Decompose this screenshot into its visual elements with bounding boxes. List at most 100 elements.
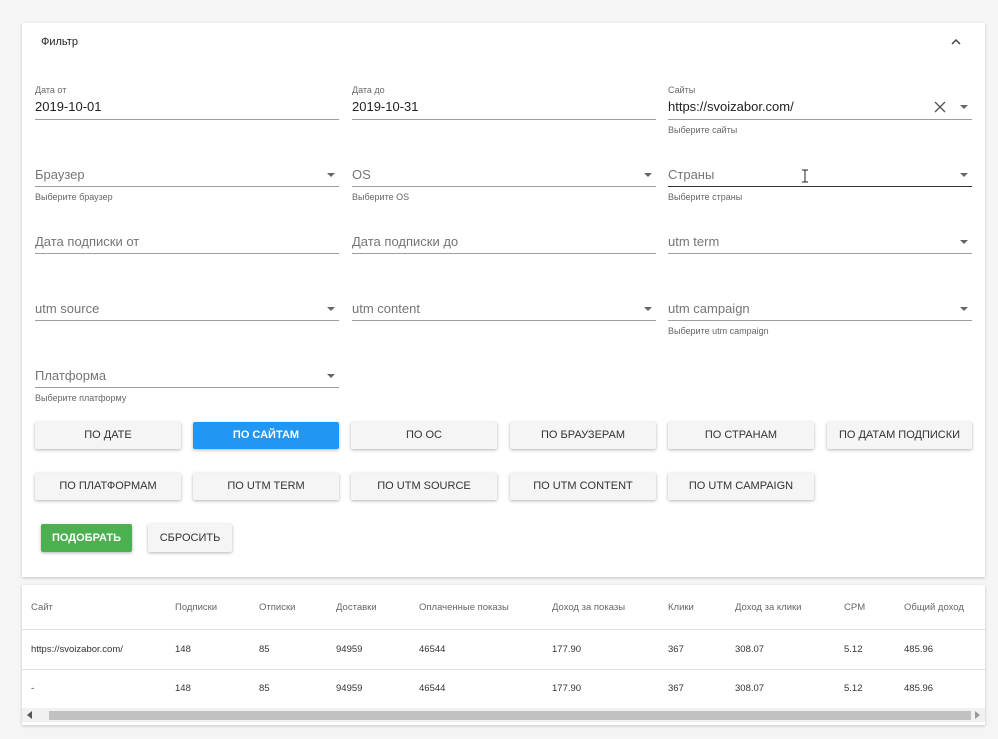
column-header-click-revenue[interactable]: Доход за клики [735, 602, 801, 613]
platform-underline [35, 387, 339, 388]
platform-placeholder: Платформа [35, 368, 107, 383]
horizontal-scrollbar[interactable] [22, 708, 985, 722]
cell-unsubscriptions: 85 [259, 644, 270, 655]
filter-panel: Фильтр Дата от 2019-10-01 Дата до 2019-1… [22, 23, 985, 577]
column-header-impression-revenue[interactable]: Доход за показы [552, 602, 625, 613]
subscription-date-from-placeholder: Дата подписки от [35, 234, 140, 249]
dropdown-arrow-icon[interactable] [327, 374, 335, 378]
group-by-sites-button[interactable]: ПО САЙТАМ [193, 422, 339, 449]
utm-content-select[interactable]: utm content [352, 299, 656, 325]
column-header-subscriptions[interactable]: Подписки [175, 602, 217, 613]
reset-button[interactable]: СБРОСИТЬ [148, 524, 232, 552]
column-header-total-revenue[interactable]: Общий доход [904, 602, 964, 613]
os-hint: Выберите OS [352, 192, 410, 202]
os-placeholder: OS [352, 167, 371, 182]
cell-cpm: 5.12 [844, 644, 863, 655]
text-cursor-icon [802, 169, 808, 183]
cell-subscriptions: 148 [175, 644, 191, 655]
group-by-subscription-dates-button[interactable]: ПО ДАТАМ ПОДПИСКИ [827, 422, 972, 449]
header-divider [22, 629, 985, 630]
group-by-utm-campaign-button[interactable]: ПО UTM CAMPAIGN [668, 473, 814, 500]
platform-hint: Выберите платформу [35, 393, 127, 403]
column-header-cpm[interactable]: CPM [844, 602, 865, 613]
column-header-clicks[interactable]: Клики [668, 602, 694, 613]
group-by-utm-content-button[interactable]: ПО UTM CONTENT [510, 473, 656, 500]
cell-site: - [31, 683, 35, 694]
date-to-field[interactable]: Дата до 2019-10-31 [352, 83, 656, 133]
sites-value: https://svoizabor.com/ [668, 99, 794, 114]
cell-paid-impressions: 46544 [419, 644, 446, 655]
dropdown-arrow-icon[interactable] [960, 307, 968, 311]
group-by-os-button[interactable]: ПО ОС [351, 422, 497, 449]
date-from-value: 2019-10-01 [35, 99, 102, 114]
group-by-countries-button[interactable]: ПО СТРАНАМ [668, 422, 814, 449]
cell-deliveries: 94959 [336, 683, 363, 694]
scroll-right-icon[interactable] [975, 711, 980, 719]
cell-cpm: 5.12 [844, 683, 863, 694]
utm-content-underline [352, 320, 656, 321]
subscription-date-from-underline [35, 253, 339, 254]
utm-campaign-hint: Выберите utm campaign [668, 326, 769, 336]
countries-select[interactable]: Страны Выберите страны [668, 165, 972, 207]
utm-source-select[interactable]: utm source [35, 299, 339, 325]
cell-total-revenue: 485.96 [904, 683, 934, 694]
cell-clicks: 367 [668, 683, 684, 694]
cell-deliveries: 94959 [336, 644, 363, 655]
column-header-unsubscriptions[interactable]: Отписки [259, 602, 295, 613]
cell-impression-revenue: 177.90 [552, 644, 582, 655]
utm-campaign-placeholder: utm campaign [668, 301, 750, 316]
date-to-underline [352, 119, 656, 120]
cell-impression-revenue: 177.90 [552, 683, 582, 694]
utm-source-underline [35, 320, 339, 321]
dropdown-arrow-icon[interactable] [327, 173, 335, 177]
date-from-label: Дата от [35, 85, 67, 95]
column-header-site[interactable]: Сайт [31, 602, 53, 613]
subscription-date-to-field[interactable]: Дата подписки до [352, 232, 656, 258]
sites-select[interactable]: Сайты https://svoizabor.com/ Выберите са… [668, 83, 972, 139]
browser-hint: Выберите браузер [35, 192, 113, 202]
os-select[interactable]: OS Выберите OS [352, 165, 656, 207]
browser-select[interactable]: Браузер Выберите браузер [35, 165, 339, 207]
column-header-deliveries[interactable]: Доставки [336, 602, 377, 613]
scrollbar-thumb[interactable] [49, 711, 971, 720]
countries-hint: Выберите страны [668, 192, 743, 202]
date-to-label: Дата до [352, 85, 385, 95]
chevron-up-icon[interactable] [949, 35, 963, 49]
cell-unsubscriptions: 85 [259, 683, 270, 694]
cell-total-revenue: 485.96 [904, 644, 934, 655]
dropdown-arrow-icon[interactable] [960, 105, 968, 109]
cell-paid-impressions: 46544 [419, 683, 446, 694]
row-divider [22, 669, 985, 670]
utm-campaign-select[interactable]: utm campaign Выберите utm campaign [668, 299, 972, 341]
group-by-utm-term-button[interactable]: ПО UTM TERM [193, 473, 339, 500]
group-by-date-button[interactable]: ПО ДАТЕ [35, 422, 181, 449]
utm-campaign-underline [668, 320, 972, 321]
filter-title: Фильтр [41, 36, 78, 48]
cell-clicks: 367 [668, 644, 684, 655]
dropdown-arrow-icon[interactable] [644, 307, 652, 311]
platform-select[interactable]: Платформа Выберите платформу [35, 366, 339, 408]
os-underline [352, 186, 656, 187]
column-header-paid-impressions[interactable]: Оплаченные показы [419, 602, 509, 613]
scroll-left-icon[interactable] [27, 711, 32, 719]
dropdown-arrow-icon[interactable] [644, 173, 652, 177]
apply-button[interactable]: ПОДОБРАТЬ [41, 524, 132, 552]
group-by-browsers-button[interactable]: ПО БРАУЗЕРАМ [510, 422, 656, 449]
group-by-utm-source-button[interactable]: ПО UTM SOURCE [351, 473, 497, 500]
utm-term-select[interactable]: utm term [668, 232, 972, 258]
utm-term-underline [668, 253, 972, 254]
utm-source-placeholder: utm source [35, 301, 100, 316]
cell-click-revenue: 308.07 [735, 683, 765, 694]
date-from-field[interactable]: Дата от 2019-10-01 [35, 83, 339, 133]
browser-underline [35, 186, 339, 187]
utm-content-placeholder: utm content [352, 301, 420, 316]
stats-table: Сайт Подписки Отписки Доставки Оплаченны… [22, 585, 985, 725]
sites-underline [668, 119, 972, 120]
filter-header[interactable]: Фильтр [22, 23, 985, 63]
clear-icon[interactable] [934, 101, 946, 113]
subscription-date-from-field[interactable]: Дата подписки от [35, 232, 339, 258]
dropdown-arrow-icon[interactable] [327, 307, 335, 311]
dropdown-arrow-icon[interactable] [960, 240, 968, 244]
dropdown-arrow-icon[interactable] [960, 173, 968, 177]
group-by-platforms-button[interactable]: ПО ПЛАТФОРМАМ [35, 473, 181, 500]
